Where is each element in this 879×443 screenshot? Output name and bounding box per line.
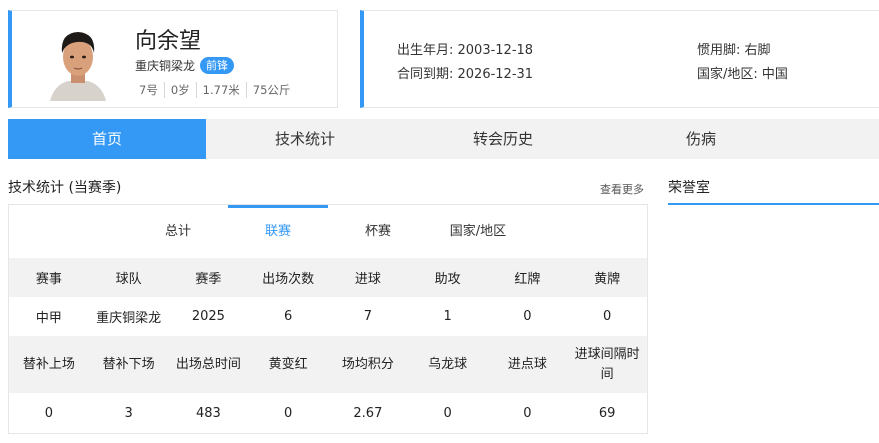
value-cell: 重庆铜梁龙 <box>88 297 169 336</box>
value-cell: 69 <box>567 393 647 433</box>
comp-tab-league[interactable]: 联赛 <box>228 205 328 258</box>
value-cell: 0 <box>567 297 647 336</box>
nationality: 国家/地区: 中国 <box>697 67 788 82</box>
header-cell: 助攻 <box>407 258 488 297</box>
comp-tab-national[interactable]: 国家/地区 <box>428 205 528 258</box>
tab-honors[interactable]: 荣 <box>800 119 879 159</box>
tab-injuries[interactable]: 伤病 <box>602 119 800 159</box>
view-more-link[interactable]: 查看更多 <box>600 181 644 197</box>
stats-section-title: 技术统计 (当赛季) <box>8 180 122 196</box>
header-cell: 红牌 <box>487 258 568 297</box>
tab-transfers[interactable]: 转会历史 <box>404 119 602 159</box>
header-cell: 球队 <box>88 258 169 297</box>
header-cell: 替补上场 <box>9 336 89 393</box>
header-cell: 赛季 <box>168 258 249 297</box>
player-avatar <box>46 23 110 101</box>
comp-tab-cup[interactable]: 杯赛 <box>328 205 428 258</box>
honor-room-underline <box>668 203 879 205</box>
header-cell: 黄牌 <box>567 258 647 297</box>
value-cell: 6 <box>248 297 328 336</box>
header-cell: 乌龙球 <box>407 336 488 393</box>
value-cell: 3 <box>88 393 169 433</box>
shirt-number: 7号 <box>135 82 165 98</box>
birth-date: 出生年月: 2003-12-18 <box>397 43 534 58</box>
header-cell: 进点球 <box>487 336 568 393</box>
value-cell: 0 <box>487 393 568 433</box>
player-profile-card: 向余望 重庆铜梁龙 前锋 7号 0岁 1.77米 75公斤 <box>8 10 338 108</box>
player-info-card: 出生年月: 2003-12-18 合同到期: 2026-12-31 惯用脚: 右… <box>360 10 879 108</box>
header-cell: 黄变红 <box>248 336 328 393</box>
value-cell: 0 <box>487 297 568 336</box>
table-header-row: 赛事 球队 赛季 出场次数 进球 助攻 红牌 黄牌 <box>9 258 647 297</box>
value-cell: 2025 <box>168 297 249 336</box>
header-cell: 场均积分 <box>328 336 408 393</box>
preferred-foot: 惯用脚: 右脚 <box>697 43 771 58</box>
player-height: 1.77米 <box>197 82 247 98</box>
header-cell: 进球 <box>328 258 408 297</box>
header-cell: 出场次数 <box>248 258 328 297</box>
header-cell: 出场总时间 <box>168 336 249 393</box>
stats-table: 赛事 球队 赛季 出场次数 进球 助攻 红牌 黄牌 中甲 重庆铜梁龙 2025 … <box>9 258 647 433</box>
team-name[interactable]: 重庆铜梁龙 <box>135 57 195 74</box>
value-cell: 中甲 <box>9 297 89 336</box>
player-name: 向余望 <box>135 29 202 54</box>
table-row: 中甲 重庆铜梁龙 2025 6 7 1 0 0 <box>9 297 647 336</box>
table-header-row: 替补上场 替补下场 出场总时间 黄变红 场均积分 乌龙球 进点球 进球间隔时间 <box>9 336 647 393</box>
header-cell: 进球间隔时间 <box>567 336 647 393</box>
competition-tabs: 总计 联赛 杯赛 国家/地区 <box>9 205 647 258</box>
player-weight: 75公斤 <box>252 83 291 97</box>
player-age: 0岁 <box>165 82 197 98</box>
player-meta: 7号 0岁 1.77米 75公斤 <box>135 82 296 98</box>
value-cell: 0 <box>9 393 89 433</box>
position-badge: 前锋 <box>200 57 235 74</box>
comp-tab-total[interactable]: 总计 <box>128 205 228 258</box>
main-tab-bar: 首页 技术统计 转会历史 伤病 荣 <box>8 119 879 159</box>
contract-expiry: 合同到期: 2026-12-31 <box>397 67 534 82</box>
value-cell: 483 <box>168 393 249 433</box>
value-cell: 0 <box>248 393 328 433</box>
value-cell: 7 <box>328 297 408 336</box>
header-cell: 替补下场 <box>88 336 169 393</box>
honor-room-title: 荣誉室 <box>668 180 710 196</box>
team-line: 重庆铜梁龙 前锋 <box>135 57 235 74</box>
tab-home[interactable]: 首页 <box>8 119 206 159</box>
header-cell: 赛事 <box>9 258 89 297</box>
value-cell: 0 <box>407 393 488 433</box>
value-cell: 1 <box>407 297 488 336</box>
value-cell: 2.67 <box>328 393 408 433</box>
stats-panel: 总计 联赛 杯赛 国家/地区 赛事 球队 赛季 出场次数 进球 助攻 红牌 黄牌… <box>8 204 648 434</box>
table-row: 0 3 483 0 2.67 0 0 69 <box>9 393 647 433</box>
tab-stats[interactable]: 技术统计 <box>206 119 404 159</box>
